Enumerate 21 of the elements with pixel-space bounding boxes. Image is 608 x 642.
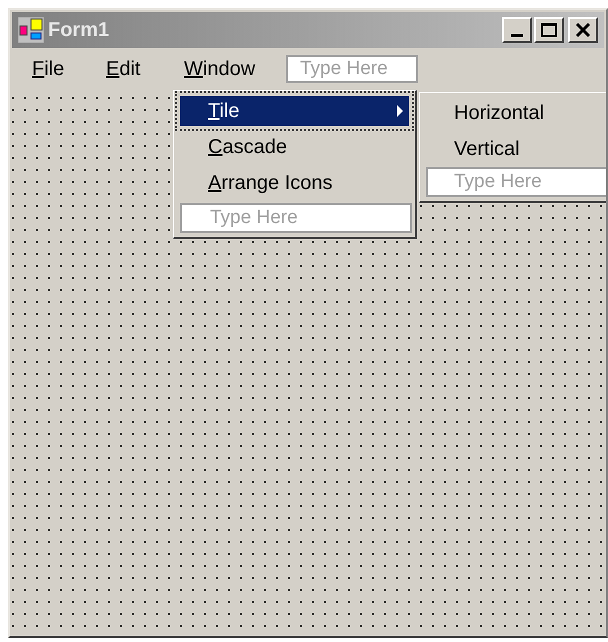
menu-item-label: Tile [208,99,240,124]
menu-item[interactable]: Edit [98,54,176,84]
close-button[interactable] [568,17,598,43]
type-here-field[interactable]: Type Here [180,203,412,233]
close-icon [575,23,591,37]
minimize-button[interactable] [502,17,532,43]
type-here-field[interactable]: Type Here [426,167,606,197]
window-title: Form1 [48,18,110,43]
menu-item[interactable]: Cascade [176,129,413,165]
menu-item[interactable]: Tile [180,96,409,126]
menu-item[interactable]: File [24,54,98,84]
menu-item-label: Cascade [208,135,287,160]
menu-item[interactable]: Vertical [420,131,606,167]
submenu-arrow-icon [397,105,403,117]
menu-item[interactable]: Horizontal [420,95,606,131]
menu-item-label: Arrange Icons [208,171,333,196]
maximize-button[interactable] [534,17,564,43]
app-icon [18,17,44,43]
menu-item[interactable]: Window [176,54,286,84]
menu-item[interactable]: Arrange Icons [176,165,413,201]
type-here-field[interactable]: Type Here [286,55,418,83]
